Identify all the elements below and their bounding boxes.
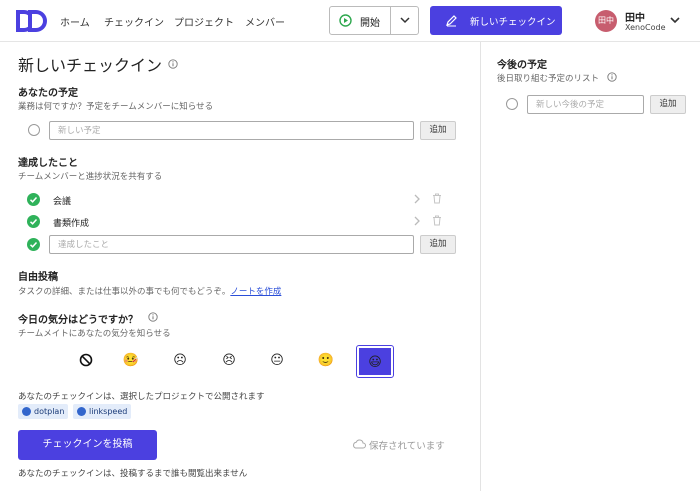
trash-icon[interactable] xyxy=(432,215,442,226)
chevron-right-icon[interactable] xyxy=(413,216,421,226)
app-logo-icon[interactable] xyxy=(14,8,48,34)
check-circle-icon xyxy=(22,407,31,416)
trash-icon[interactable] xyxy=(432,193,442,204)
check-icon[interactable] xyxy=(27,215,40,228)
nav-members[interactable]: メンバー xyxy=(245,14,285,29)
done-title: 達成したこと xyxy=(18,158,78,169)
start-label: 開始 xyxy=(360,18,380,29)
plans-subtitle: 業務は何ですか？予定をチームメンバーに知らせる xyxy=(18,102,214,112)
project-tag[interactable]: linkspeed xyxy=(73,404,132,419)
chevron-down-icon[interactable] xyxy=(670,15,680,25)
mood-happy-icon: 😃 xyxy=(368,355,382,370)
free-post-title: 自由投稿 xyxy=(18,272,58,283)
start-dropdown-button[interactable] xyxy=(391,7,418,34)
user-name: 田中 xyxy=(625,13,645,24)
saved-status: 保存されています xyxy=(353,438,445,452)
new-checkin-button[interactable]: 新しいチェックイン xyxy=(430,6,562,35)
footer-note: あなたのチェックインは、投稿するまで誰も閲覧出来ません xyxy=(18,469,248,479)
upcoming-subtitle: 後日取り組む予定のリスト xyxy=(497,74,600,84)
start-button[interactable]: 開始 xyxy=(330,7,390,34)
done-item-label: 書類作成 xyxy=(53,219,90,229)
mood-title: 今日の気分はどうですか？ xyxy=(18,315,138,326)
free-post-subtitle: タスクの詳細、または仕事以外の事でも何でもどうぞ。ノートを作成 xyxy=(18,285,281,297)
nav-home[interactable]: ホーム xyxy=(60,14,90,29)
cloud-icon xyxy=(353,439,366,449)
project-tag-label: dotplan xyxy=(34,407,65,416)
saved-label: 保存されています xyxy=(369,441,445,452)
project-tag[interactable]: dotplan xyxy=(18,404,69,419)
top-bar: ホーム チェックイン プロジェクト メンバー 開始 新しいチェックイン 田中 田… xyxy=(0,0,700,42)
new-checkin-label: 新しいチェックイン xyxy=(470,17,556,28)
pencil-icon xyxy=(446,15,457,27)
mood-smile-icon: 🙂 xyxy=(317,353,335,368)
info-icon[interactable] xyxy=(148,312,158,322)
add-upcoming-button[interactable]: 追加 xyxy=(650,95,686,114)
done-subtitle: チームメンバーと進捗状況を共有する xyxy=(18,172,163,182)
user-org: XenoCode xyxy=(625,23,666,32)
mood-subtitle: チームメイトにあなたの気分を知らせる xyxy=(18,329,171,339)
add-done-button[interactable]: 追加 xyxy=(420,235,456,254)
nav-projects[interactable]: プロジェクト xyxy=(174,14,234,29)
start-button-group: 開始 xyxy=(329,6,419,35)
column-divider xyxy=(480,42,481,491)
upcoming-title: 今後の予定 xyxy=(497,60,547,71)
check-icon[interactable] xyxy=(27,193,40,206)
mood-sick-button[interactable]: 🤒 xyxy=(113,346,149,377)
submit-checkin-button[interactable]: チェックインを投稿 xyxy=(18,430,157,460)
chevron-down-icon xyxy=(400,17,410,24)
plan-radio[interactable] xyxy=(28,124,40,136)
info-icon[interactable] xyxy=(607,72,617,82)
mood-sick-icon: 🤒 xyxy=(122,353,140,368)
no-mood-icon xyxy=(79,353,93,367)
new-plan-input[interactable] xyxy=(49,121,414,140)
publish-note: あなたのチェックインは、選択したプロジェクトで公開されます xyxy=(18,392,265,402)
check-circle-icon xyxy=(77,407,86,416)
create-note-link[interactable]: ノートを作成 xyxy=(230,287,281,297)
mood-persevere-icon: 😣 xyxy=(222,353,236,368)
avatar[interactable]: 田中 xyxy=(595,10,617,32)
info-icon[interactable] xyxy=(168,59,178,69)
page-title: 新しいチェックイン xyxy=(18,56,163,75)
project-tag-label: linkspeed xyxy=(89,407,128,416)
chevron-right-icon[interactable] xyxy=(413,194,421,204)
nav-checkin[interactable]: チェックイン xyxy=(104,14,164,29)
check-icon[interactable] xyxy=(27,238,40,251)
new-upcoming-input[interactable] xyxy=(527,95,644,114)
mood-persevere-button[interactable]: 😣 xyxy=(211,346,247,377)
plans-title: あなたの予定 xyxy=(18,88,78,99)
mood-smile-button[interactable]: 🙂 xyxy=(308,346,344,377)
add-plan-button[interactable]: 追加 xyxy=(420,121,456,140)
mood-happy-button[interactable]: 😃 xyxy=(356,345,394,378)
mood-frown-button[interactable]: ☹ xyxy=(162,346,198,377)
mood-neutral-button[interactable]: 😐 xyxy=(259,346,295,377)
mood-neutral-icon: 😐 xyxy=(270,353,284,368)
free-post-text: タスクの詳細、または仕事以外の事でも何でもどうぞ。 xyxy=(18,287,231,297)
mood-none-button[interactable] xyxy=(68,346,104,377)
new-done-input[interactable] xyxy=(49,235,414,254)
play-circle-icon xyxy=(339,14,352,27)
mood-frown-icon: ☹ xyxy=(173,353,187,368)
upcoming-radio[interactable] xyxy=(506,98,518,110)
done-item-label: 会議 xyxy=(53,197,72,207)
